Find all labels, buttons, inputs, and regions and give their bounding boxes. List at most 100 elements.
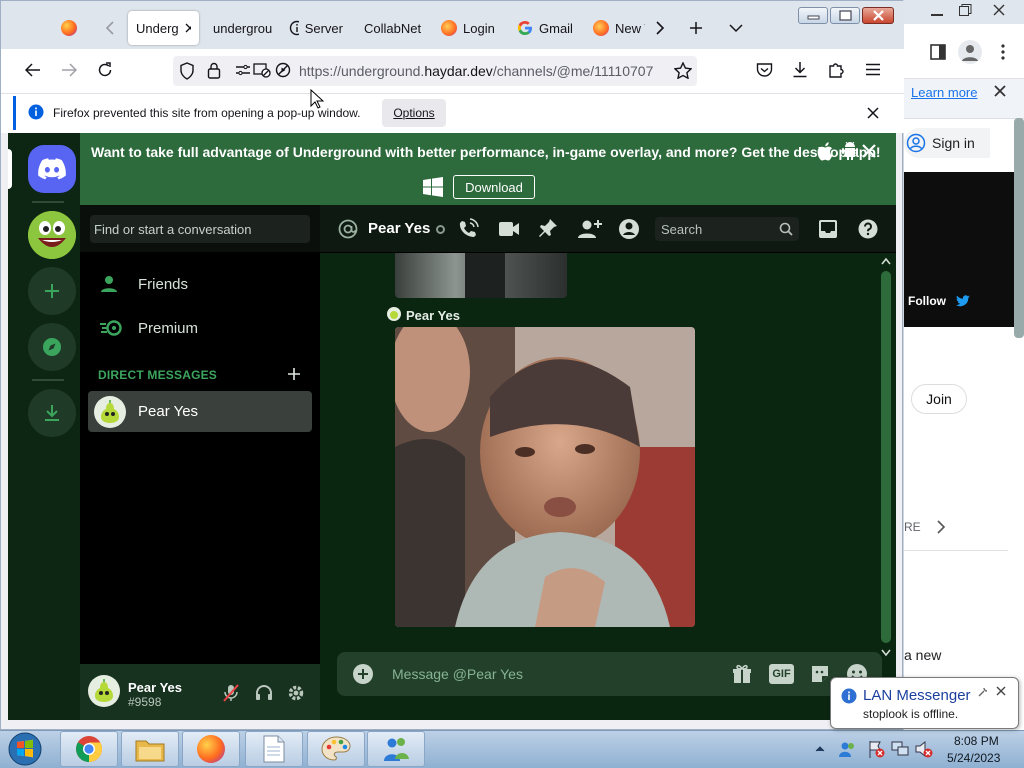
tab-underground-active[interactable]: Underg bbox=[128, 11, 199, 45]
firefox-view-icon[interactable] bbox=[61, 20, 77, 36]
dm-item-pear-yes[interactable]: Pear Yes bbox=[88, 391, 312, 432]
scrollbar-thumb[interactable] bbox=[881, 271, 891, 643]
windows-icon[interactable] bbox=[423, 177, 443, 197]
download-apps-button[interactable] bbox=[28, 389, 76, 437]
inbox-icon[interactable] bbox=[818, 219, 838, 239]
minimize-icon[interactable] bbox=[930, 6, 944, 18]
tab-server[interactable]: Server bbox=[281, 11, 351, 45]
chevron-right-icon[interactable] bbox=[655, 21, 665, 35]
start-button[interactable] bbox=[3, 730, 47, 768]
close-icon[interactable] bbox=[994, 85, 1006, 97]
downloads-icon[interactable] bbox=[792, 61, 808, 78]
minimize-button[interactable] bbox=[798, 7, 828, 24]
chevron-left-icon[interactable] bbox=[105, 21, 115, 35]
new-tab-icon[interactable] bbox=[689, 21, 703, 35]
tab-new[interactable]: New T bbox=[585, 11, 645, 45]
popup-blocked-icon[interactable] bbox=[253, 62, 271, 78]
scroll-down-icon[interactable] bbox=[881, 649, 891, 657]
close-icon[interactable] bbox=[992, 3, 1006, 17]
lan-messenger-tray-icon[interactable] bbox=[838, 740, 856, 758]
gif-button[interactable]: GIF bbox=[769, 664, 794, 684]
volume-muted-icon[interactable] bbox=[915, 740, 933, 758]
nav-friends[interactable]: Friends bbox=[88, 265, 312, 303]
android-icon[interactable] bbox=[842, 142, 858, 161]
network-icon[interactable] bbox=[891, 740, 909, 758]
follow-button[interactable]: Follow bbox=[908, 294, 970, 308]
autoplay-blocked-icon[interactable] bbox=[275, 62, 291, 78]
add-friends-to-dm-icon[interactable] bbox=[578, 218, 602, 240]
message-author[interactable]: Pear Yes bbox=[406, 308, 460, 323]
explore-servers-button[interactable] bbox=[28, 323, 76, 371]
avatar[interactable] bbox=[88, 675, 120, 707]
bookmark-star-icon[interactable] bbox=[674, 62, 692, 79]
taskbar-notepad[interactable] bbox=[245, 731, 303, 767]
more-vert-icon[interactable] bbox=[1000, 44, 1006, 60]
upload-plus-icon[interactable] bbox=[353, 664, 373, 684]
close-tab-icon[interactable] bbox=[185, 23, 191, 33]
reload-icon[interactable] bbox=[97, 62, 113, 78]
join-button[interactable]: Join bbox=[911, 384, 967, 414]
action-center-flag-icon[interactable] bbox=[867, 740, 885, 758]
close-banner-icon[interactable] bbox=[862, 144, 876, 158]
mute-microphone-icon[interactable] bbox=[223, 684, 239, 702]
download-button[interactable]: Download bbox=[453, 175, 535, 199]
chat-scrollbar[interactable] bbox=[878, 253, 894, 663]
author-mini-avatar[interactable] bbox=[387, 307, 401, 321]
server-icon-smiley[interactable] bbox=[28, 211, 76, 259]
taskbar-paint[interactable] bbox=[307, 731, 365, 767]
search-input[interactable]: Search bbox=[655, 217, 799, 241]
home-button[interactable] bbox=[28, 145, 76, 193]
chevron-right-icon[interactable] bbox=[936, 520, 946, 534]
options-button[interactable]: Options bbox=[382, 99, 446, 127]
restore-button[interactable] bbox=[830, 7, 860, 24]
forward-arrow-icon[interactable] bbox=[61, 63, 77, 77]
add-server-button[interactable] bbox=[28, 267, 76, 315]
taskbar-lan-messenger[interactable] bbox=[367, 731, 425, 767]
apple-icon[interactable] bbox=[817, 142, 833, 161]
lan-messenger-toast[interactable]: LAN Messenger stoplook is offline. bbox=[830, 677, 1019, 729]
clock-date[interactable]: 5/24/2023 bbox=[947, 751, 1000, 765]
gif-attachment[interactable] bbox=[395, 327, 695, 627]
previous-media-attachment[interactable] bbox=[395, 253, 567, 298]
tab-underground[interactable]: undergrou bbox=[205, 11, 275, 45]
hamburger-menu-icon[interactable] bbox=[865, 63, 881, 76]
close-icon[interactable] bbox=[996, 686, 1006, 696]
restore-icon[interactable] bbox=[958, 3, 972, 17]
settings-gear-icon[interactable] bbox=[287, 684, 305, 702]
back-arrow-icon[interactable] bbox=[25, 63, 41, 77]
side-panel-icon[interactable] bbox=[930, 44, 946, 60]
pocket-icon[interactable] bbox=[756, 62, 773, 78]
headphones-icon[interactable] bbox=[255, 684, 273, 701]
pinned-messages-icon[interactable] bbox=[538, 218, 558, 240]
list-tabs-icon[interactable] bbox=[729, 23, 743, 33]
sticker-icon[interactable] bbox=[810, 664, 830, 684]
close-icon[interactable] bbox=[867, 107, 879, 119]
extensions-puzzle-icon[interactable] bbox=[828, 61, 845, 78]
user-profile-icon[interactable] bbox=[618, 218, 640, 240]
taskbar-explorer[interactable] bbox=[121, 731, 179, 767]
gift-icon[interactable] bbox=[732, 664, 752, 684]
profile-avatar[interactable] bbox=[958, 40, 982, 64]
taskbar-firefox[interactable] bbox=[182, 731, 240, 767]
wrench-icon[interactable] bbox=[977, 686, 989, 698]
url-bar[interactable]: https://underground. haydar.dev/channels/… bbox=[173, 56, 697, 86]
clock-time[interactable]: 8:08 PM bbox=[954, 734, 999, 748]
tab-gmail[interactable]: Gmail bbox=[509, 11, 585, 45]
scroll-up-icon[interactable] bbox=[881, 257, 891, 265]
voice-call-icon[interactable] bbox=[457, 218, 479, 240]
show-hidden-icons-icon[interactable] bbox=[815, 745, 825, 752]
permissions-icon[interactable] bbox=[235, 63, 251, 77]
help-icon[interactable] bbox=[858, 219, 878, 239]
find-conversation-input[interactable]: Find or start a conversation bbox=[90, 215, 310, 243]
lock-icon[interactable] bbox=[207, 62, 221, 79]
taskbar-chrome[interactable] bbox=[60, 731, 118, 767]
tab-login[interactable]: Login bbox=[433, 11, 505, 45]
window-close-button[interactable] bbox=[862, 7, 894, 24]
nav-premium[interactable]: Premium bbox=[88, 309, 312, 347]
create-dm-plus-icon[interactable] bbox=[288, 368, 300, 380]
sign-in-button[interactable]: Sign in bbox=[904, 128, 990, 158]
background-scrollbar[interactable] bbox=[1014, 118, 1024, 338]
tracking-shield-icon[interactable] bbox=[179, 62, 195, 80]
video-call-icon[interactable] bbox=[498, 220, 520, 238]
tab-collabnet[interactable]: CollabNet bbox=[356, 11, 428, 45]
